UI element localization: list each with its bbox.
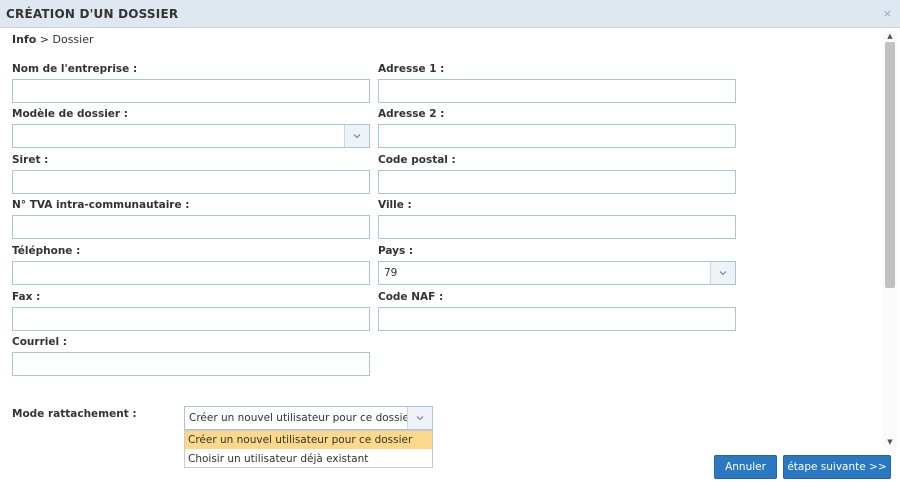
code-naf-input[interactable] [378,307,736,331]
fax-label: Fax : [12,291,41,303]
adresse2-input[interactable] [378,124,736,148]
tva-input[interactable] [12,215,370,239]
ville-input[interactable] [378,215,736,239]
code-postal-label: Code postal : [378,154,456,166]
cancel-button[interactable]: Annuler [714,455,777,479]
code-postal-input[interactable] [378,170,736,194]
nom-entreprise-input[interactable] [12,79,370,103]
tva-label: N° TVA intra-communautaire : [12,199,190,211]
scrollbar-thumb[interactable] [885,42,895,288]
scroll-down-arrow-icon[interactable]: ▼ [885,437,895,447]
mode-rattachement-dropdown-list: Créer un nouvel utilisateur pour ce doss… [184,430,433,468]
pays-select[interactable]: 79 [378,261,736,285]
telephone-input[interactable] [12,261,370,285]
mode-rattachement-label: Mode rattachement : [12,408,137,420]
mode-rattachement-dropdown-button[interactable] [407,407,432,429]
breadcrumb: Info > Dossier [12,33,94,46]
ville-label: Ville : [378,199,412,211]
modele-dossier-select[interactable] [12,124,370,148]
modele-dossier-label: Modèle de dossier : [12,108,128,120]
chevron-down-icon [719,271,727,276]
mode-rattachement-value: Créer un nouvel utilisateur pour ce doss… [189,412,414,424]
chevron-down-icon [416,416,424,421]
close-icon[interactable]: × [883,7,892,20]
breadcrumb-separator: > [39,33,49,46]
breadcrumb-current: Info [12,33,37,46]
courriel-label: Courriel : [12,336,67,348]
dialog-title: CRÉATION D'UN DOSSIER [6,7,179,21]
pays-label: Pays : [378,245,414,257]
courriel-input[interactable] [12,352,370,376]
adresse1-label: Adresse 1 : [378,63,445,75]
adresse2-label: Adresse 2 : [378,108,445,120]
pays-value: 79 [384,267,398,279]
scroll-up-arrow-icon[interactable]: ▲ [885,31,895,41]
modele-dossier-dropdown-button[interactable] [344,125,369,147]
telephone-label: Téléphone : [12,245,81,257]
code-naf-label: Code NAF : [378,291,444,303]
siret-label: Siret : [12,154,49,166]
mode-rattachement-select[interactable]: Créer un nouvel utilisateur pour ce doss… [184,406,433,430]
next-step-button[interactable]: étape suivante >> [783,455,891,479]
dropdown-option-creer[interactable]: Créer un nouvel utilisateur pour ce doss… [185,431,432,449]
dropdown-option-choisir[interactable]: Choisir un utilisateur déjà existant [185,450,432,468]
pays-dropdown-button[interactable] [710,262,735,284]
siret-input[interactable] [12,170,370,194]
adresse1-input[interactable] [378,79,736,103]
dialog-titlebar: CRÉATION D'UN DOSSIER × [0,0,900,28]
nom-entreprise-label: Nom de l'entreprise : [12,63,138,75]
breadcrumb-next: Dossier [52,33,94,46]
chevron-down-icon [353,134,361,139]
fax-input[interactable] [12,307,370,331]
